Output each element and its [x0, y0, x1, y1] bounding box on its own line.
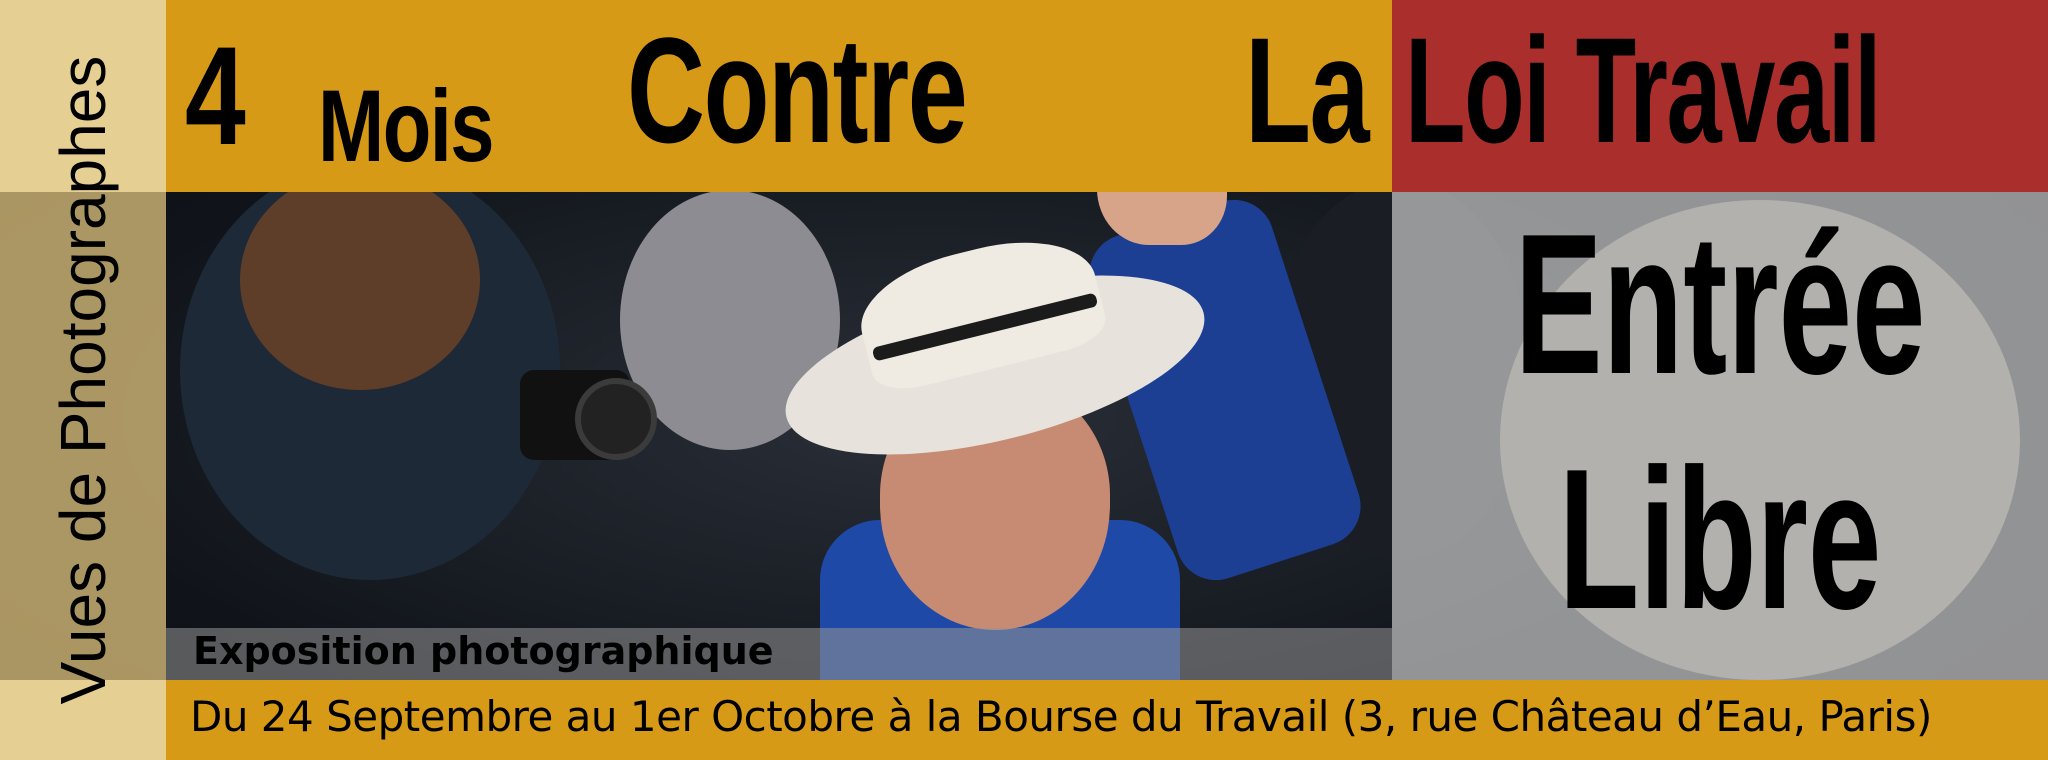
exhibition-label: Exposition photographique [193, 629, 774, 673]
headline-contre: Contre [627, 5, 968, 174]
headline-number: 4 [185, 17, 246, 174]
camera-lens-shape [575, 378, 657, 460]
side-title: Vues de Photographes [47, 55, 119, 705]
headline-loi-travail: Loi Travail [1405, 5, 1881, 174]
headline-la: La [1245, 5, 1370, 174]
headline-mois: Mois [318, 68, 495, 183]
event-details: Du 24 Septembre au 1er Octobre à la Bour… [190, 692, 1932, 741]
entry-line-1: Entrée [1514, 193, 1926, 416]
poster-banner: Vues de Photographes 4 Mois Contre La Lo… [0, 0, 2048, 760]
entry-line-2: Libre [1558, 428, 1882, 651]
